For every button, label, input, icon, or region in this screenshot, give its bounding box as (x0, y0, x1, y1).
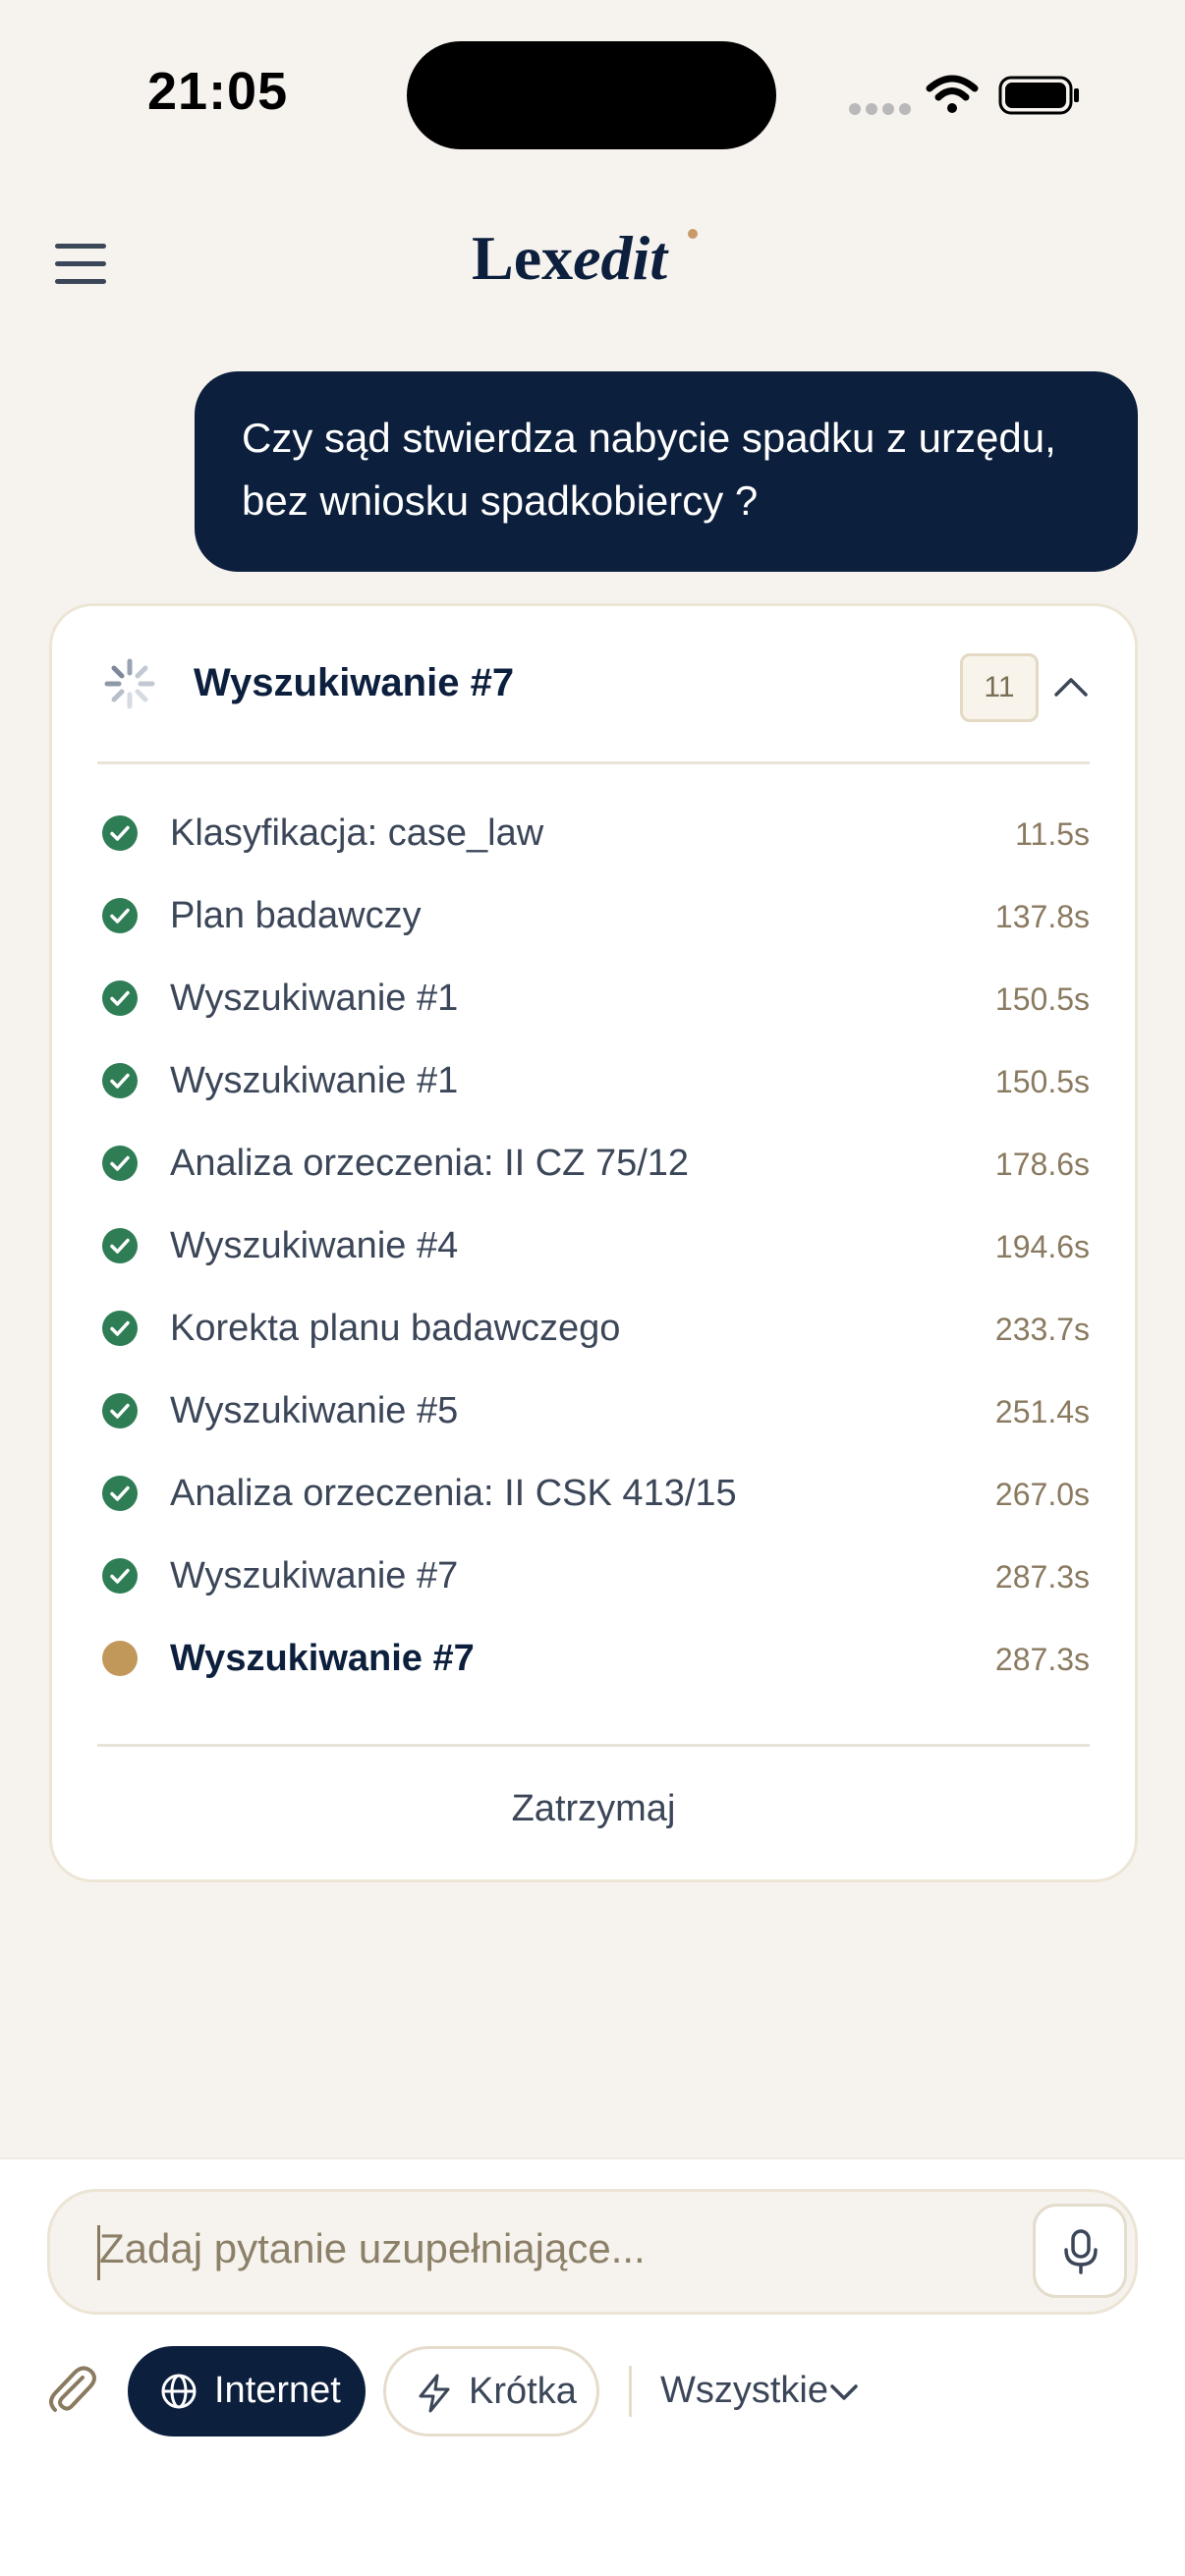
app-logo: Lexedit (472, 222, 717, 310)
progress-step: Klasyfikacja: case_law 11.5s (97, 793, 1090, 875)
step-label: Wyszukiwanie #1 (170, 978, 459, 1019)
progress-step: Wyszukiwanie #7 287.3s (97, 1536, 1090, 1618)
wifi-icon (926, 75, 979, 113)
step-count-badge: 11 (960, 653, 1039, 722)
check-circle-icon (102, 815, 138, 851)
check-circle-icon (102, 1146, 138, 1181)
step-duration: 287.3s (994, 1559, 1090, 1595)
step-label: Korekta planu badawczego (170, 1308, 621, 1349)
step-duration: 11.5s (1015, 816, 1090, 852)
source-filter-select[interactable]: Wszystkie (660, 2346, 896, 2436)
step-duration: 194.6s (994, 1229, 1090, 1264)
logo-accent-dot (688, 229, 698, 239)
status-bar: 21:05 (0, 0, 1185, 187)
user-message-bubble: Czy sąd stwierdza nabycie spadku z urzęd… (195, 371, 1138, 572)
lightning-icon (419, 2374, 450, 2413)
globe-icon (161, 2374, 197, 2409)
check-circle-icon (102, 1063, 138, 1098)
step-duration: 150.5s (994, 1064, 1090, 1099)
progress-step: Wyszukiwanie #7 287.3s (97, 1618, 1090, 1701)
microphone-button[interactable] (1033, 2204, 1127, 2298)
research-progress-card: Wyszukiwanie #7 11 Klasyfikacja: case_la… (49, 603, 1138, 1882)
check-circle-icon (102, 1228, 138, 1263)
card-divider (97, 761, 1090, 764)
progress-step: Analiza orzeczenia: II CZ 75/12 178.6s (97, 1123, 1090, 1205)
step-label: Analiza orzeczenia: II CSK 413/15 (170, 1473, 737, 1514)
progress-step: Wyszukiwanie #5 251.4s (97, 1371, 1090, 1453)
composer-area: Zadaj pytanie uzupełniające... Internet (0, 2157, 1185, 2576)
paperclip-icon[interactable] (43, 2360, 102, 2419)
toolbar-separator (629, 2366, 632, 2417)
step-label: Klasyfikacja: case_law (170, 812, 544, 854)
progress-step: Analiza orzeczenia: II CSK 413/15 267.0s (97, 1453, 1090, 1536)
short-answer-toggle[interactable]: Krótka (383, 2346, 599, 2436)
logo-text-italic: edit (573, 223, 668, 293)
step-duration: 267.0s (994, 1477, 1090, 1512)
progress-title: Wyszukiwanie #7 (194, 661, 515, 704)
progress-step: Plan badawczy 137.8s (97, 875, 1090, 958)
check-circle-icon (102, 980, 138, 1016)
step-label: Wyszukiwanie #5 (170, 1390, 459, 1431)
user-message-line: Czy sąd stwierdza nabycie spadku z urzęd… (242, 415, 1056, 461)
check-circle-icon (102, 898, 138, 933)
step-label: Wyszukiwanie #7 (170, 1638, 475, 1679)
step-duration: 233.7s (994, 1312, 1090, 1347)
internet-label: Internet (214, 2370, 341, 2411)
status-time: 21:05 (147, 62, 289, 121)
dynamic-island (407, 41, 776, 149)
chevron-down-icon (830, 2384, 858, 2400)
pending-dot-icon (102, 1641, 138, 1676)
cellular-signal-icon (849, 103, 911, 117)
internet-toggle-button[interactable]: Internet (128, 2346, 366, 2436)
progress-step-list: Klasyfikacja: case_law 11.5s Plan badawcz… (97, 793, 1090, 1701)
battery-icon (998, 76, 1079, 115)
step-duration: 251.4s (994, 1394, 1090, 1429)
progress-step: Wyszukiwanie #1 150.5s (97, 1040, 1090, 1123)
step-duration: 137.8s (994, 899, 1090, 934)
microphone-icon (1064, 2229, 1098, 2274)
progress-step: Korekta planu badawczego 233.7s (97, 1288, 1090, 1371)
check-circle-icon (102, 1393, 138, 1428)
menu-icon[interactable] (55, 242, 110, 285)
stop-button[interactable]: Zatrzymaj (97, 1762, 1090, 1870)
user-message-line: bez wniosku spadkobiercy ? (242, 477, 759, 524)
composer-toolbar: Internet Krótka Wszystkie (0, 2346, 1185, 2444)
check-circle-icon (102, 1311, 138, 1346)
chevron-up-icon[interactable] (1050, 667, 1092, 708)
step-label: Wyszukiwanie #1 (170, 1060, 459, 1101)
followup-input[interactable]: Zadaj pytanie uzupełniające... (47, 2189, 1138, 2315)
progress-step: Wyszukiwanie #4 194.6s (97, 1205, 1090, 1288)
progress-step: Wyszukiwanie #1 150.5s (97, 958, 1090, 1040)
input-placeholder: Zadaj pytanie uzupełniające... (99, 2225, 646, 2271)
step-label: Plan badawczy (170, 895, 422, 936)
loading-spinner-icon (104, 658, 155, 709)
check-circle-icon (102, 1476, 138, 1511)
logo-text-main: Lex (472, 223, 574, 293)
step-duration: 150.5s (994, 981, 1090, 1017)
step-label: Wyszukiwanie #7 (170, 1555, 459, 1596)
step-duration: 287.3s (994, 1642, 1090, 1677)
source-filter-label: Wszystkie (660, 2370, 828, 2411)
step-duration: 178.6s (994, 1147, 1090, 1182)
step-label: Analiza orzeczenia: II CZ 75/12 (170, 1143, 690, 1184)
short-answer-label: Krótka (469, 2371, 577, 2412)
check-circle-icon (102, 1558, 138, 1594)
card-divider (97, 1744, 1090, 1747)
step-label: Wyszukiwanie #4 (170, 1225, 459, 1266)
